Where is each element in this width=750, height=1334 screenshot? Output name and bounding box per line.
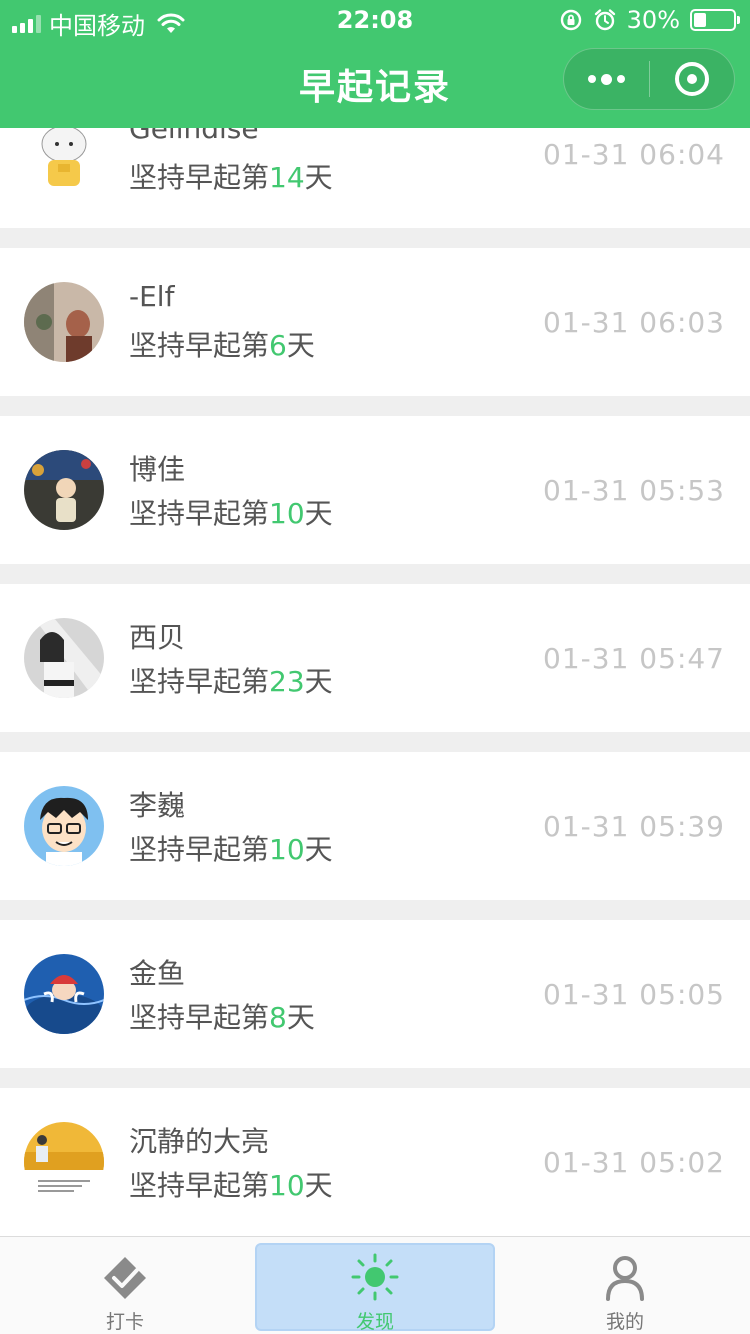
checkin-time: 01-31 06:03 — [543, 306, 725, 339]
photo-avatar-image — [24, 282, 104, 362]
streak-text: 坚持早起第10天 — [129, 828, 333, 868]
streak-suffix: 天 — [304, 833, 333, 866]
list-item[interactable]: 李巍 坚持早起第10天 01-31 05:39 — [0, 752, 750, 900]
user-name: 西贝 — [129, 621, 186, 654]
user-name: Gelindise — [129, 128, 259, 145]
avatar — [24, 954, 104, 1034]
cartoon-avatar-image — [24, 128, 104, 194]
tab-checkin[interactable]: 打卡 — [0, 1237, 250, 1334]
streak-days: 14 — [269, 161, 305, 194]
streak-prefix: 坚持早起第 — [129, 1169, 270, 1202]
avatar — [24, 618, 104, 698]
user-icon — [606, 1256, 644, 1301]
list-item[interactable]: 博佳 坚持早起第10天 01-31 05:53 — [0, 416, 750, 564]
nav-bar: 早起记录 — [0, 40, 750, 128]
streak-text: 坚持早起第8天 — [129, 996, 315, 1036]
streak-text: 坚持早起第10天 — [129, 492, 333, 532]
capsule-menu — [563, 48, 735, 110]
photo-avatar-image — [24, 618, 104, 698]
streak-text: 坚持早起第10天 — [129, 1164, 333, 1204]
user-name: 金鱼 — [129, 957, 186, 990]
streak-prefix: 坚持早起第 — [129, 1001, 270, 1034]
streak-text: 坚持早起第14天 — [129, 156, 333, 196]
checkin-time: 01-31 05:39 — [543, 810, 725, 843]
user-name: 李巍 — [129, 789, 186, 822]
streak-suffix: 天 — [304, 497, 333, 530]
cartoon-avatar-image — [24, 954, 104, 1034]
record-list[interactable]: Gelindise 坚持早起第14天 01-31 06:04 -Elf 坚持早起… — [0, 128, 750, 1236]
status-bar: 中国移动 22:08 30% — [0, 0, 750, 40]
streak-days: 10 — [269, 833, 305, 866]
streak-days: 10 — [269, 497, 305, 530]
status-right: 30% — [559, 6, 740, 34]
checkin-time: 01-31 05:05 — [543, 978, 725, 1011]
list-item[interactable]: Gelindise 坚持早起第14天 01-31 06:04 — [0, 128, 750, 228]
more-icon — [588, 73, 625, 85]
streak-prefix: 坚持早起第 — [129, 665, 270, 698]
tab-me[interactable]: 我的 — [500, 1237, 750, 1334]
streak-days: 23 — [269, 665, 305, 698]
avatar — [24, 786, 104, 866]
avatar — [24, 1122, 104, 1202]
alarm-icon — [594, 9, 615, 31]
photo-avatar-image — [24, 450, 104, 530]
tab-bar: 打卡 发现 我的 — [0, 1236, 750, 1334]
streak-days: 10 — [269, 1169, 305, 1202]
streak-prefix: 坚持早起第 — [129, 329, 270, 362]
streak-text: 坚持早起第6天 — [129, 324, 315, 364]
checkin-time: 01-31 06:04 — [543, 138, 725, 171]
streak-prefix: 坚持早起第 — [129, 833, 270, 866]
list-item[interactable]: 金鱼 坚持早起第8天 01-31 05:05 — [0, 920, 750, 1068]
avatar — [24, 128, 104, 194]
streak-prefix: 坚持早起第 — [129, 161, 270, 194]
streak-suffix: 天 — [286, 329, 315, 362]
user-name: 沉静的大亮 — [129, 1125, 270, 1158]
tab-label: 发现 — [355, 1311, 394, 1333]
close-miniprogram-button[interactable] — [650, 48, 734, 110]
user-name: 博佳 — [129, 453, 186, 486]
streak-suffix: 天 — [304, 1169, 333, 1202]
checkin-time: 01-31 05:47 — [543, 642, 725, 675]
tab-label: 我的 — [605, 1311, 644, 1333]
streak-days: 8 — [269, 1001, 287, 1034]
list-item[interactable]: 西贝 坚持早起第23天 01-31 05:47 — [0, 584, 750, 732]
header: 中国移动 22:08 30% 早起记录 — [0, 0, 750, 128]
checkin-time: 01-31 05:53 — [543, 474, 725, 507]
battery-percent: 30% — [626, 6, 680, 34]
streak-text: 坚持早起第23天 — [129, 660, 333, 700]
list-item[interactable]: -Elf 坚持早起第6天 01-31 06:03 — [0, 248, 750, 396]
tab-label: 打卡 — [105, 1311, 144, 1333]
close-miniprogram-icon — [674, 62, 709, 96]
sun-icon — [351, 1253, 399, 1301]
streak-days: 6 — [269, 329, 287, 362]
streak-suffix: 天 — [304, 161, 333, 194]
streak-suffix: 天 — [286, 1001, 315, 1034]
more-button[interactable] — [564, 48, 649, 110]
user-name: -Elf — [129, 280, 175, 313]
tab-discover[interactable]: 发现 — [250, 1237, 500, 1334]
streak-suffix: 天 — [304, 665, 333, 698]
rotation-lock-icon — [560, 9, 581, 31]
battery-icon — [690, 9, 740, 31]
list-item[interactable]: 沉静的大亮 坚持早起第10天 01-31 05:02 — [0, 1088, 750, 1236]
checkin-icon — [104, 1257, 146, 1299]
avatar — [24, 282, 104, 362]
checkin-time: 01-31 05:02 — [543, 1146, 725, 1179]
avatar — [24, 450, 104, 530]
cartoon-avatar-image — [24, 786, 104, 866]
photo-avatar-image — [24, 1122, 104, 1202]
streak-prefix: 坚持早起第 — [129, 497, 270, 530]
